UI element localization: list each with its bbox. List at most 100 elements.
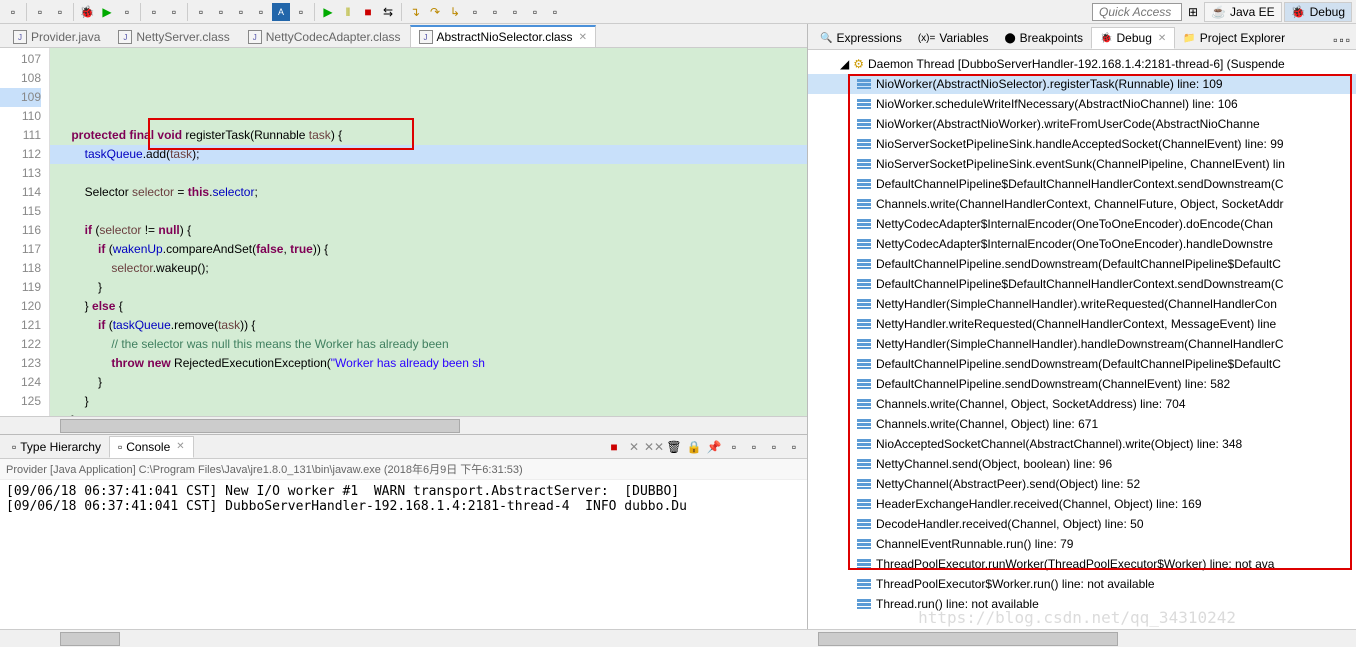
- code-line[interactable]: Selector selector = this.selector;: [58, 183, 799, 202]
- scroll-lock-icon[interactable]: 🔒: [685, 438, 703, 456]
- console-tab[interactable]: ▫Type Hierarchy: [4, 436, 109, 458]
- quick-access-input[interactable]: [1092, 3, 1182, 21]
- stack-frame-row[interactable]: HeaderExchangeHandler.received(Channel, …: [808, 494, 1356, 514]
- editor-tab[interactable]: JNettyServer.class: [109, 26, 238, 47]
- disconnect-icon[interactable]: ⇆: [379, 3, 397, 21]
- debug-stack-tree[interactable]: ◢⚙Daemon Thread [DubboServerHandler-192.…: [808, 50, 1356, 629]
- stack-frame-row[interactable]: Channels.write(Channel, Object, SocketAd…: [808, 394, 1356, 414]
- code-line[interactable]: [58, 202, 799, 221]
- code-editor[interactable]: 1071081091101111121131141151161171181191…: [0, 48, 807, 416]
- toolbar-icon[interactable]: ▫: [51, 3, 69, 21]
- run-icon[interactable]: ▶: [98, 3, 116, 21]
- stack-frame-row[interactable]: NettyChannel.send(Object, boolean) line:…: [808, 454, 1356, 474]
- minimize-icon[interactable]: ▫: [1339, 33, 1343, 47]
- stack-frame-row[interactable]: NioServerSocketPipelineSink.handleAccept…: [808, 134, 1356, 154]
- toolbar-icon[interactable]: ▫: [232, 3, 250, 21]
- editor-tab[interactable]: JProvider.java: [4, 26, 109, 47]
- stack-frame-row[interactable]: NioAcceptedSocketChannel(AbstractChannel…: [808, 434, 1356, 454]
- console-tab[interactable]: ▫Console✕: [109, 436, 194, 458]
- debug-icon[interactable]: 🐞: [78, 3, 96, 21]
- code-line[interactable]: // the selector was null this means the …: [58, 335, 799, 354]
- code-line[interactable]: selector.wakeup();: [58, 259, 799, 278]
- stack-frame-row[interactable]: NettyHandler(SimpleChannelHandler).handl…: [808, 334, 1356, 354]
- code-line[interactable]: throw new RejectedExecutionException("Wo…: [58, 354, 799, 373]
- code-line[interactable]: }: [58, 278, 799, 297]
- open-console-icon[interactable]: ▫: [745, 438, 763, 456]
- stack-frame-row[interactable]: NioServerSocketPipelineSink.eventSunk(Ch…: [808, 154, 1356, 174]
- stack-frame-row[interactable]: DefaultChannelPipeline.sendDownstream(Ch…: [808, 374, 1356, 394]
- code-line[interactable]: [58, 164, 799, 183]
- suspend-icon[interactable]: ‖: [339, 3, 357, 21]
- step-into-icon[interactable]: ↴: [406, 3, 424, 21]
- code-body[interactable]: protected final void registerTask(Runnab…: [50, 48, 807, 416]
- view-tab-variables[interactable]: (x)=Variables: [910, 27, 997, 49]
- stack-frame-row[interactable]: NioWorker(AbstractNioWorker).writeFromUs…: [808, 114, 1356, 134]
- view-tab-project-explorer[interactable]: 📁Project Explorer: [1175, 27, 1293, 49]
- stack-frame-row[interactable]: NioWorker.scheduleWriteIfNecessary(Abstr…: [808, 94, 1356, 114]
- stack-frame-row[interactable]: DefaultChannelPipeline$DefaultChannelHan…: [808, 274, 1356, 294]
- resume-icon[interactable]: ▶: [319, 3, 337, 21]
- perspective-switch-icon[interactable]: ⊞: [1184, 3, 1202, 21]
- code-line[interactable]: } else {: [58, 297, 799, 316]
- toolbar-icon[interactable]: ▫: [546, 3, 564, 21]
- stack-frame-row[interactable]: Channels.write(ChannelHandlerContext, Ch…: [808, 194, 1356, 214]
- expand-icon[interactable]: ◢: [840, 57, 849, 71]
- stack-frame-row[interactable]: NettyHandler(SimpleChannelHandler).write…: [808, 294, 1356, 314]
- editor-tab[interactable]: JNettyCodecAdapter.class: [239, 26, 410, 47]
- toolbar-icon[interactable]: ▫: [526, 3, 544, 21]
- stack-frame-row[interactable]: DefaultChannelPipeline$DefaultChannelHan…: [808, 174, 1356, 194]
- editor-tab[interactable]: JAbstractNioSelector.class✕: [410, 25, 596, 47]
- editor-hscroll[interactable]: [0, 416, 807, 434]
- toolbar-icon[interactable]: A: [272, 3, 290, 21]
- terminate-icon[interactable]: ■: [605, 438, 623, 456]
- view-tab-breakpoints[interactable]: ⬤Breakpoints: [996, 27, 1091, 49]
- toolbar-icon[interactable]: ▫: [212, 3, 230, 21]
- code-line[interactable]: [58, 107, 799, 126]
- step-over-icon[interactable]: ↷: [426, 3, 444, 21]
- console-output[interactable]: [09/06/18 06:37:41:041 CST] New I/O work…: [0, 480, 807, 629]
- display-icon[interactable]: ▫: [725, 438, 743, 456]
- toolbar-icon[interactable]: ▫: [292, 3, 310, 21]
- remove-launch-icon[interactable]: ✕: [625, 438, 643, 456]
- code-line[interactable]: }: [58, 392, 799, 411]
- stack-frame-row[interactable]: NettyHandler.writeRequested(ChannelHandl…: [808, 314, 1356, 334]
- close-icon[interactable]: ✕: [176, 441, 184, 452]
- toolbar-icon[interactable]: ▫: [31, 3, 49, 21]
- stack-frame-row[interactable]: DefaultChannelPipeline.sendDownstream(De…: [808, 354, 1356, 374]
- stack-frame-row[interactable]: ThreadPoolExecutor.runWorker(ThreadPoolE…: [808, 554, 1356, 574]
- close-icon[interactable]: ✕: [1158, 33, 1166, 44]
- close-icon[interactable]: ✕: [579, 32, 587, 43]
- toolbar-icon[interactable]: ▫: [4, 3, 22, 21]
- view-menu-icon[interactable]: ▫: [1333, 33, 1337, 47]
- perspective-java-ee[interactable]: ☕Java EE: [1204, 2, 1282, 22]
- stack-frame-row[interactable]: NettyCodecAdapter$InternalEncoder(OneToO…: [808, 234, 1356, 254]
- view-tab-expressions[interactable]: 🔍Expressions: [812, 27, 910, 49]
- remove-all-icon[interactable]: ✕✕: [645, 438, 663, 456]
- perspective-debug[interactable]: 🐞Debug: [1284, 2, 1352, 22]
- view-tab-debug[interactable]: 🐞Debug✕: [1091, 27, 1175, 49]
- bottom-scroll[interactable]: [0, 629, 1356, 647]
- stack-frame-row[interactable]: ChannelEventRunnable.run() line: 79: [808, 534, 1356, 554]
- code-line[interactable]: protected final void registerTask(Runnab…: [58, 126, 799, 145]
- toolbar-icon[interactable]: ▫: [506, 3, 524, 21]
- terminate-icon[interactable]: ■: [359, 3, 377, 21]
- stack-frame-row[interactable]: NettyChannel(AbstractPeer).send(Object) …: [808, 474, 1356, 494]
- stack-frame-row[interactable]: NioWorker(AbstractNioSelector).registerT…: [808, 74, 1356, 94]
- toolbar-icon[interactable]: ▫: [252, 3, 270, 21]
- toolbar-icon[interactable]: ▫: [466, 3, 484, 21]
- code-line[interactable]: if (selector != null) {: [58, 221, 799, 240]
- toolbar-icon[interactable]: ▫: [486, 3, 504, 21]
- min-icon[interactable]: ▫: [765, 438, 783, 456]
- code-line[interactable]: taskQueue.add(task);: [50, 145, 807, 164]
- toolbar-icon[interactable]: ▫: [118, 3, 136, 21]
- stack-frame-row[interactable]: Thread.run() line: not available: [808, 594, 1356, 614]
- step-return-icon[interactable]: ↳: [446, 3, 464, 21]
- toolbar-icon[interactable]: ▫: [145, 3, 163, 21]
- stack-frame-row[interactable]: NettyCodecAdapter$InternalEncoder(OneToO…: [808, 214, 1356, 234]
- code-line[interactable]: }: [58, 373, 799, 392]
- debug-thread-row[interactable]: ◢⚙Daemon Thread [DubboServerHandler-192.…: [808, 54, 1356, 74]
- stack-frame-row[interactable]: DecodeHandler.received(Channel, Object) …: [808, 514, 1356, 534]
- code-line[interactable]: if (wakenUp.compareAndSet(false, true)) …: [58, 240, 799, 259]
- toolbar-icon[interactable]: ▫: [192, 3, 210, 21]
- toolbar-icon[interactable]: ▫: [165, 3, 183, 21]
